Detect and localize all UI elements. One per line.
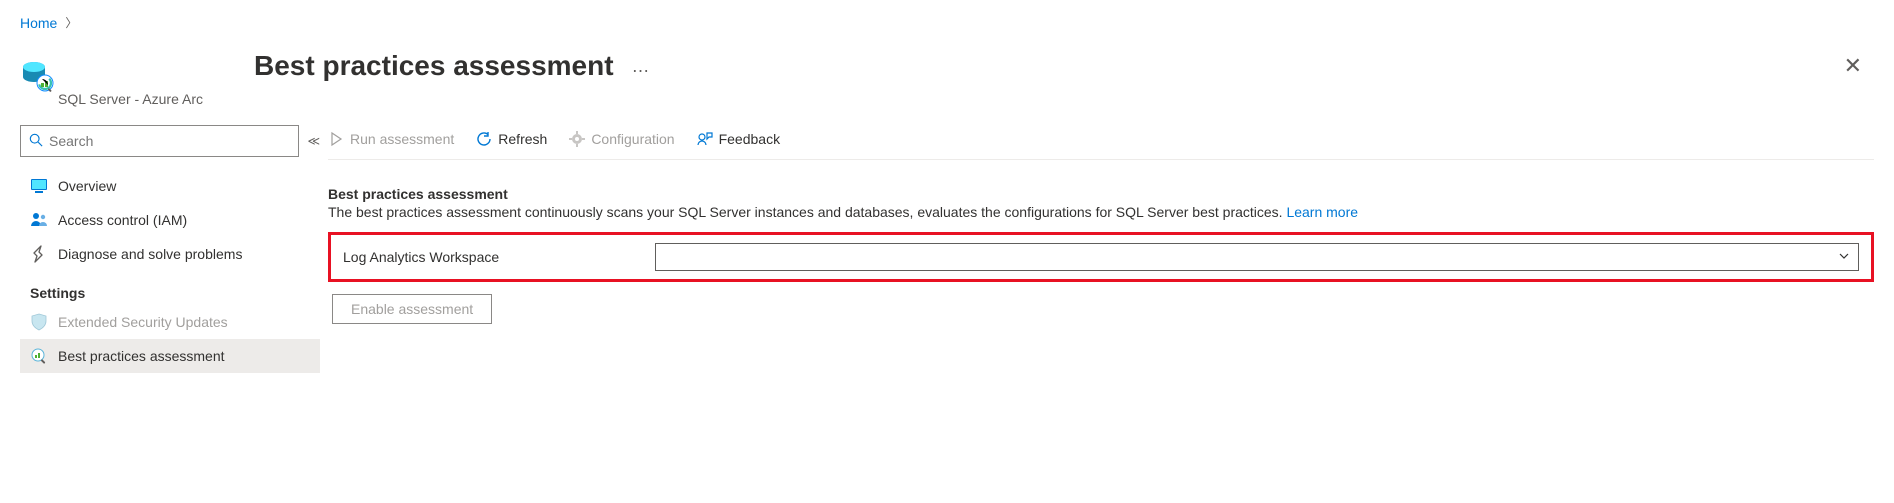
sidebar: ≪ Overview Access control (IAM) Diagnose… xyxy=(0,125,328,503)
toolbar-label: Configuration xyxy=(591,131,674,147)
section-title: Best practices assessment xyxy=(328,186,1874,202)
chevron-down-icon xyxy=(1838,250,1850,265)
feedback-button[interactable]: Feedback xyxy=(697,129,780,149)
toolbar-label: Run assessment xyxy=(350,131,454,147)
resource-subtitle: SQL Server - Azure Arc xyxy=(0,91,1894,107)
sidebar-item-extended-security[interactable]: Extended Security Updates xyxy=(20,305,320,339)
toolbar-label: Feedback xyxy=(719,131,780,147)
sidebar-item-best-practices[interactable]: Best practices assessment xyxy=(20,339,320,373)
chevron-right-icon: 〉 xyxy=(65,14,77,31)
sidebar-item-label: Access control (IAM) xyxy=(58,212,187,228)
assessment-icon xyxy=(30,347,48,365)
refresh-button[interactable]: Refresh xyxy=(476,129,547,149)
sidebar-item-label: Best practices assessment xyxy=(58,348,225,364)
toolbar-label: Refresh xyxy=(498,131,547,147)
close-icon[interactable]: ✕ xyxy=(1832,49,1874,83)
run-assessment-button[interactable]: Run assessment xyxy=(328,129,454,149)
collapse-sidebar-icon[interactable]: ≪ xyxy=(307,134,320,148)
main-content: Run assessment Refresh Configuration xyxy=(328,125,1894,503)
sql-arc-resource-icon xyxy=(20,59,54,93)
workspace-field-label: Log Analytics Workspace xyxy=(343,249,643,265)
page-title: Best practices assessment xyxy=(254,50,614,82)
breadcrumb: Home 〉 xyxy=(0,0,1894,39)
sidebar-item-label: Overview xyxy=(58,178,116,194)
sidebar-item-label: Diagnose and solve problems xyxy=(58,246,242,262)
breadcrumb-home[interactable]: Home xyxy=(20,15,57,31)
enable-assessment-button[interactable]: Enable assessment xyxy=(332,294,492,324)
search-input-wrapper[interactable] xyxy=(20,125,299,157)
workspace-dropdown[interactable] xyxy=(655,243,1859,271)
search-input[interactable] xyxy=(49,133,290,149)
learn-more-link[interactable]: Learn more xyxy=(1286,204,1358,220)
sidebar-item-diagnose[interactable]: Diagnose and solve problems xyxy=(20,237,320,271)
diagnose-icon xyxy=(30,245,48,263)
sidebar-item-label: Extended Security Updates xyxy=(58,314,228,330)
access-control-icon xyxy=(30,211,48,229)
sidebar-item-overview[interactable]: Overview xyxy=(20,169,320,203)
sidebar-heading-settings: Settings xyxy=(20,271,320,305)
refresh-icon xyxy=(476,131,492,147)
overview-icon xyxy=(30,177,48,195)
feedback-icon xyxy=(697,131,713,147)
play-icon xyxy=(328,131,344,147)
configuration-button[interactable]: Configuration xyxy=(569,129,674,149)
section-description: The best practices assessment continuous… xyxy=(328,204,1874,220)
sidebar-item-access-control[interactable]: Access control (IAM) xyxy=(20,203,320,237)
search-icon xyxy=(29,133,43,150)
gear-icon xyxy=(569,131,585,147)
more-dots-icon[interactable]: … xyxy=(632,56,652,77)
toolbar: Run assessment Refresh Configuration xyxy=(328,125,1874,160)
shield-icon xyxy=(30,313,48,331)
workspace-selector-row: Log Analytics Workspace xyxy=(328,232,1874,282)
